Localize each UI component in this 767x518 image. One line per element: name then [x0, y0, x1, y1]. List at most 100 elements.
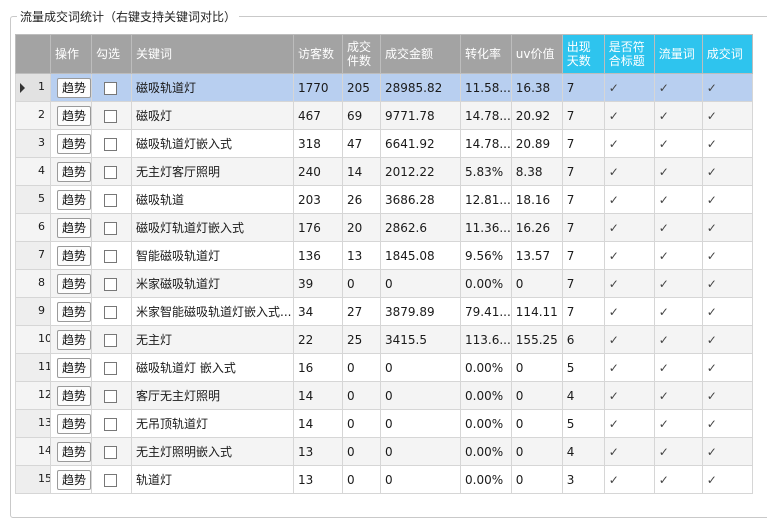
- table-row[interactable]: 12趋势客厅无主灯照明14000.00%04✓✓✓: [15, 381, 753, 410]
- days-cell: 6: [561, 325, 605, 354]
- row-header[interactable]: 7: [15, 241, 51, 270]
- table-row[interactable]: 1 趋势 磁吸轨道灯 1770 205 28985.82 11.58... 16.38 7 ✓ ✓ ✓: [15, 73, 753, 102]
- row-checkbox[interactable]: [104, 165, 117, 179]
- in-title-check-icon: ✓: [603, 185, 655, 214]
- table-row[interactable]: 4 趋势 无主灯客厅照明 240 14 2012.22 5.83% 8.38 7 ✓ ✓ ✓: [15, 157, 753, 186]
- row-checkbox[interactable]: [104, 221, 117, 235]
- table-row[interactable]: 9 趋势 米家智能磁吸轨道灯嵌入式... 34 27 3879.89 79.41... 114…: [15, 297, 753, 326]
- row-header[interactable]: 5: [15, 185, 51, 214]
- table-row[interactable]: 6 趋势 磁吸灯轨道灯嵌入式 176 20 2862.6 11.36... 16.26 7 ✓ ✓ ✓: [15, 213, 753, 242]
- col-header-days[interactable]: 出现 天数: [561, 34, 605, 74]
- select-cell: [91, 409, 132, 438]
- col-header-keyword[interactable]: 关键词: [131, 34, 294, 74]
- col-header-deal-word[interactable]: 成交词: [701, 34, 753, 74]
- row-header[interactable]: 1: [15, 73, 51, 102]
- table-row[interactable]: 11趋势磁吸轨道灯 嵌入式16000.00%05✓✓✓: [15, 353, 753, 382]
- conversion-cell: 0.00%: [460, 269, 512, 298]
- trend-button[interactable]: 趋势: [57, 301, 91, 322]
- col-header-in-title-line1: 是否符: [608, 40, 645, 54]
- table-row[interactable]: 3 趋势 磁吸轨道灯嵌入式 318 47 6641.92 14.78... 20.89 7 ✓ ✓ ✓: [15, 129, 753, 158]
- trend-button[interactable]: 趋势: [57, 441, 91, 462]
- row-checkbox[interactable]: [104, 445, 117, 459]
- trend-button[interactable]: 趋势: [57, 413, 91, 434]
- action-cell: 趋势: [50, 213, 92, 242]
- visitors-cell: 16: [293, 353, 343, 382]
- trend-button[interactable]: 趋势: [57, 105, 91, 126]
- row-header[interactable]: 2: [15, 101, 51, 130]
- trend-button[interactable]: 趋势: [57, 385, 91, 406]
- trend-button[interactable]: 趋势: [57, 329, 91, 350]
- table-row[interactable]: 7 趋势 智能磁吸轨道灯 136 13 1845.08 9.56% 13.57 7 ✓ ✓ ✓: [15, 241, 753, 270]
- days-cell: 7: [561, 185, 605, 214]
- trend-button[interactable]: 趋势: [57, 189, 91, 210]
- row-checkbox[interactable]: [104, 109, 117, 123]
- col-header-amount[interactable]: 成交金额: [380, 34, 461, 74]
- trend-button[interactable]: 趋势: [57, 77, 91, 98]
- keyword-cell: 客厅无主灯照明: [131, 381, 294, 410]
- row-checkbox[interactable]: [104, 305, 117, 319]
- row-header[interactable]: 8: [15, 269, 51, 298]
- uv-value-cell: 0: [510, 437, 563, 466]
- col-header-uv-value[interactable]: uv价值: [510, 34, 563, 74]
- trend-button[interactable]: 趋势: [57, 133, 91, 154]
- action-cell: 趋势: [50, 381, 92, 410]
- col-header-visitors[interactable]: 访客数: [293, 34, 343, 74]
- current-row-pointer-icon: [20, 83, 25, 93]
- row-header[interactable]: 3: [15, 129, 51, 158]
- days-cell: 4: [561, 381, 605, 410]
- row-header[interactable]: 11: [15, 353, 51, 382]
- table-body: 1 趋势 磁吸轨道灯 1770 205 28985.82 11.58... 16.38 7 ✓ ✓ ✓…: [15, 73, 753, 494]
- col-header-select[interactable]: 勾选: [91, 34, 132, 74]
- col-header-conversion[interactable]: 转化率: [460, 34, 512, 74]
- in-title-check-icon: ✓: [603, 409, 655, 438]
- row-checkbox[interactable]: [104, 361, 117, 375]
- in-title-check-icon: ✓: [603, 213, 655, 242]
- row-header[interactable]: 15: [15, 465, 51, 494]
- amount-cell: 6641.92: [380, 129, 461, 158]
- row-checkbox[interactable]: [104, 473, 117, 487]
- table-row[interactable]: 13趋势无吊顶轨道灯14000.00%05✓✓✓: [15, 409, 753, 438]
- row-number: 1: [38, 80, 45, 93]
- row-header[interactable]: 13: [15, 409, 51, 438]
- table-row[interactable]: 15趋势轨道灯13000.00%03✓✓✓: [15, 465, 753, 494]
- table-row[interactable]: 2 趋势 磁吸灯 467 69 9771.78 14.78... 20.92 7 ✓ ✓ ✓: [15, 101, 753, 130]
- row-checkbox[interactable]: [104, 193, 117, 207]
- table-row[interactable]: 5 趋势 磁吸轨道 203 26 3686.28 12.81... 18.16 7 ✓ ✓ ✓: [15, 185, 753, 214]
- row-header[interactable]: 6: [15, 213, 51, 242]
- row-header[interactable]: 9: [15, 297, 51, 326]
- row-header[interactable]: 10: [15, 325, 51, 354]
- uv-value-cell: 18.16: [510, 185, 563, 214]
- table-row[interactable]: 10趋势无主灯22253415.5113.6...155.256✓✓✓: [15, 325, 753, 354]
- table-row[interactable]: 8 趋势 米家磁吸轨道灯 39 0 0 0.00% 0 7 ✓ ✓ ✓: [15, 269, 753, 298]
- col-header-in-title[interactable]: 是否符 合标题: [603, 34, 655, 74]
- row-number: 6: [38, 220, 45, 233]
- row-header[interactable]: 4: [15, 157, 51, 186]
- traffic-word-check-icon: ✓: [653, 297, 703, 326]
- keyword-cell: 磁吸轨道: [131, 185, 294, 214]
- row-checkbox[interactable]: [104, 137, 117, 151]
- col-header-orders[interactable]: 成交 件数: [342, 34, 381, 74]
- row-checkbox[interactable]: [104, 333, 117, 347]
- trend-button[interactable]: 趋势: [57, 357, 91, 378]
- keyword-stats-table: 操作 勾选 关键词 访客数 成交 件数 成交金额 转化率 uv价值 出现 天数 是否…: [15, 34, 753, 494]
- row-header[interactable]: 12: [15, 381, 51, 410]
- keyword-cell: 智能磁吸轨道灯: [131, 241, 294, 270]
- col-header-traffic-word[interactable]: 流量词: [653, 34, 703, 74]
- table-row[interactable]: 14趋势无主灯照明嵌入式13000.00%04✓✓✓: [15, 437, 753, 466]
- trend-button[interactable]: 趋势: [57, 161, 91, 182]
- conversion-cell: 12.81...: [460, 185, 512, 214]
- col-header-action[interactable]: 操作: [50, 34, 92, 74]
- row-checkbox[interactable]: [104, 417, 117, 431]
- row-checkbox[interactable]: [104, 249, 117, 263]
- trend-button[interactable]: 趋势: [57, 217, 91, 238]
- traffic-word-check-icon: ✓: [653, 381, 703, 410]
- deal-word-check-icon: ✓: [701, 409, 753, 438]
- row-checkbox[interactable]: [104, 277, 117, 291]
- trend-button[interactable]: 趋势: [57, 469, 91, 490]
- row-checkbox[interactable]: [104, 389, 117, 403]
- trend-button[interactable]: 趋势: [57, 273, 91, 294]
- row-checkbox[interactable]: [104, 81, 117, 95]
- row-header[interactable]: 14: [15, 437, 51, 466]
- select-cell: [91, 129, 132, 158]
- trend-button[interactable]: 趋势: [57, 245, 91, 266]
